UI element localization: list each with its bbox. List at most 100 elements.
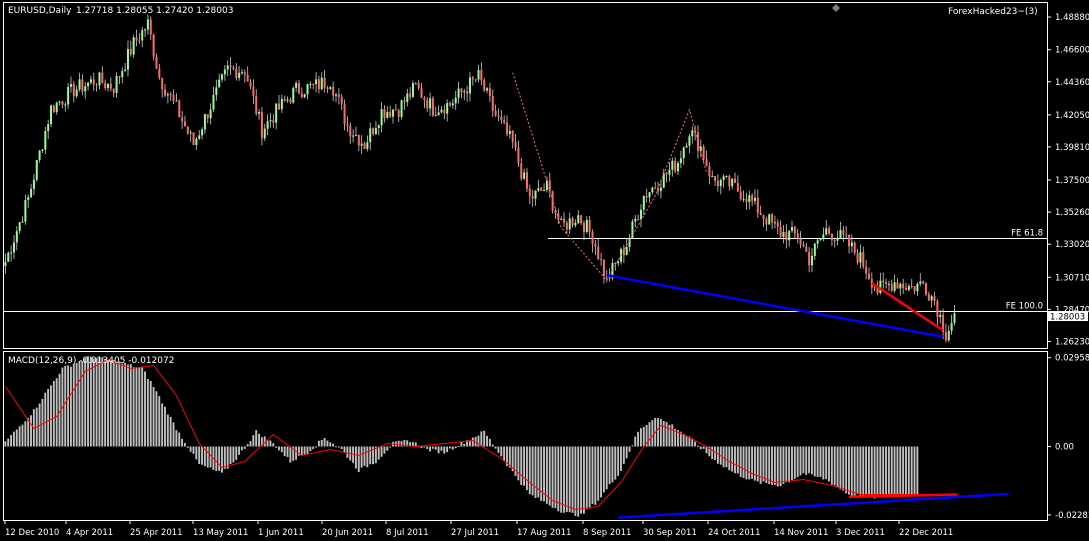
candle-body — [471, 77, 474, 80]
candle-body — [543, 190, 546, 192]
macd-bar — [765, 446, 768, 484]
candle-body — [383, 109, 386, 118]
macd-bar — [842, 446, 845, 491]
candle-body — [856, 253, 859, 263]
candle-body — [494, 110, 497, 116]
candle-body — [329, 86, 332, 89]
macd-bar — [255, 430, 258, 447]
macd-bar — [483, 430, 486, 447]
macd-bar — [243, 446, 246, 449]
level-label: FE 100.0 — [1006, 302, 1043, 312]
macd-bar — [369, 446, 372, 465]
macd-bar — [132, 367, 135, 447]
macd-bar — [175, 430, 178, 447]
candle-body — [212, 94, 215, 110]
macd-bar — [657, 418, 659, 447]
macd-bar — [323, 437, 326, 447]
candle-body — [836, 237, 839, 241]
macd-bar — [78, 361, 81, 447]
candle-body — [947, 330, 950, 341]
candle-body — [67, 86, 70, 105]
macd-bar — [98, 357, 101, 447]
candle-body — [936, 301, 939, 318]
candle-body — [816, 240, 819, 244]
macd-bar — [189, 446, 192, 452]
candle-body — [286, 99, 289, 101]
macd-bar — [169, 416, 172, 447]
candle-body — [394, 109, 397, 111]
candle-body — [12, 242, 15, 253]
candle-body — [850, 242, 853, 247]
macd-bar — [540, 446, 543, 501]
candle-body — [674, 160, 677, 172]
macd-bar — [734, 446, 736, 474]
candle-body — [392, 109, 395, 117]
candle-body — [323, 77, 326, 88]
macd-bar — [121, 363, 124, 447]
candle-body — [913, 286, 916, 292]
macd-bar — [696, 445, 699, 447]
date-tick-label: 24 Oct 2011 — [708, 528, 761, 538]
macd-bar — [611, 446, 614, 483]
candle-body — [828, 228, 831, 234]
candle-body — [540, 188, 543, 191]
macd-bar — [736, 446, 739, 474]
candle-body — [848, 234, 851, 247]
candle-body — [825, 228, 828, 235]
candle-body — [628, 237, 631, 248]
candle-body — [788, 230, 791, 241]
candle-body — [434, 115, 437, 117]
macd-bar — [739, 446, 742, 478]
symbol-label: EURUSD,Daily — [8, 6, 72, 16]
candle-body — [129, 48, 132, 55]
macd-bar — [825, 446, 828, 480]
date-tick-label: 8 Sep 2011 — [583, 528, 631, 538]
macd-bar — [637, 431, 640, 447]
macd-bar — [471, 437, 474, 447]
candle-body — [905, 287, 908, 290]
macd-bar — [816, 446, 819, 477]
candle-body — [178, 100, 181, 118]
candle-body — [486, 88, 489, 91]
candle-body — [719, 179, 722, 187]
macd-bar — [491, 444, 494, 447]
macd-bar — [560, 446, 563, 513]
candle-body — [121, 71, 124, 78]
candle-body — [582, 223, 585, 233]
candle-body — [528, 188, 531, 197]
candle-body — [776, 222, 779, 227]
candle-body — [35, 159, 38, 180]
macd-bar — [155, 391, 158, 447]
candle-body — [819, 239, 822, 241]
ohlc-values: 1.27718 1.28055 1.27420 1.28003 — [76, 6, 233, 16]
candle-body — [161, 77, 164, 90]
candle-body — [343, 104, 346, 125]
candle-body — [144, 29, 147, 31]
candle-body — [662, 172, 665, 188]
macd-bar — [796, 446, 799, 478]
macd-bar — [622, 446, 625, 464]
macd-bar — [215, 446, 218, 472]
macd-bar — [788, 446, 791, 483]
candle-body — [560, 218, 563, 220]
candle-body — [374, 128, 377, 134]
candle-body — [508, 131, 511, 134]
macd-bar — [885, 446, 887, 497]
candle-body — [263, 128, 266, 139]
macd-bar — [283, 446, 286, 457]
macd-bar — [15, 429, 18, 447]
macd-bar — [525, 446, 528, 491]
candle-body — [654, 187, 657, 189]
macd-bar — [702, 446, 705, 449]
macd-bar — [335, 446, 337, 448]
candle-body — [240, 72, 243, 74]
candle-body — [295, 82, 298, 88]
candle-body — [930, 296, 933, 301]
macd-bar — [602, 446, 605, 493]
macd-bar — [896, 446, 899, 496]
candle-body — [742, 198, 745, 200]
candle-body — [132, 37, 135, 55]
macd-bar — [793, 446, 796, 479]
candle-body — [363, 143, 366, 149]
macd-bar — [50, 385, 52, 447]
